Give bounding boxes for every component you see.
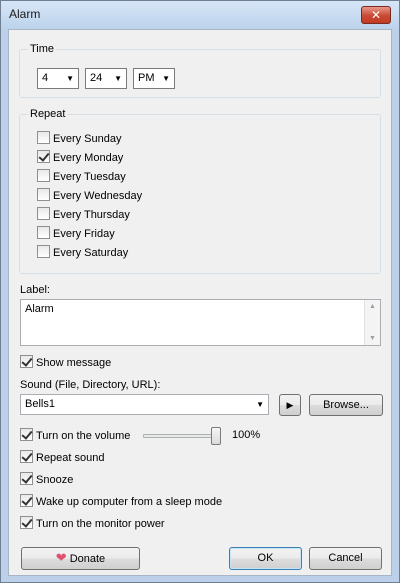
checkbox-box[interactable] [37, 226, 50, 239]
repeat-day-checkbox[interactable]: Every Monday [37, 150, 123, 166]
time-group-title: Time [28, 43, 57, 55]
checkbox-box[interactable] [37, 188, 50, 201]
volume-slider-thumb[interactable] [211, 427, 221, 445]
show-message-checkbox[interactable]: Show message [20, 355, 111, 371]
repeat-day-label: Every Wednesday [53, 190, 143, 202]
sound-combobox[interactable]: Bells1 ▼ [20, 394, 269, 415]
donate-label: Donate [69, 553, 106, 565]
minute-value: 24 [90, 72, 103, 84]
wake-computer-checkbox[interactable]: Wake up computer from a sleep mode [20, 494, 222, 510]
checkbox-box[interactable] [20, 355, 33, 368]
checkbox-box[interactable] [20, 450, 33, 463]
cancel-label: Cancel [328, 552, 363, 564]
close-icon: ✕ [370, 8, 382, 22]
ok-label: OK [257, 552, 274, 564]
checkbox-box[interactable] [37, 245, 50, 258]
play-button[interactable]: ▶ [279, 394, 301, 416]
repeat-day-label: Every Tuesday [53, 171, 126, 183]
repeat-day-checkbox[interactable]: Every Tuesday [37, 169, 126, 185]
close-button[interactable]: ✕ [361, 6, 391, 24]
minute-select[interactable]: 24 ▼ [85, 68, 127, 89]
checkbox-box[interactable] [37, 169, 50, 182]
ampm-value: PM [138, 72, 155, 84]
browse-label: Browse... [323, 399, 369, 411]
volume-checkbox[interactable]: Turn on the volume [20, 428, 130, 444]
repeat-group: Repeat Every Sunday Every Monday Every T… [19, 108, 381, 274]
label-caption: Label: [20, 284, 50, 296]
volume-label: Turn on the volume [36, 430, 131, 442]
repeat-day-label: Every Sunday [53, 133, 122, 145]
label-textarea[interactable]: Alarm ▲ ▼ [20, 299, 381, 346]
repeat-day-checkbox[interactable]: Every Thursday [37, 207, 130, 223]
wake-computer-label: Wake up computer from a sleep mode [36, 496, 223, 508]
heart-icon: ❤ [55, 550, 67, 565]
checkbox-box[interactable] [37, 207, 50, 220]
monitor-power-label: Turn on the monitor power [36, 518, 165, 530]
snooze-checkbox[interactable]: Snooze [20, 472, 73, 488]
chevron-down-icon: ▼ [256, 400, 264, 409]
repeat-day-label: Every Friday [53, 228, 115, 240]
time-group: Time 4 ▼ 24 ▼ PM ▼ [19, 43, 381, 98]
hour-value: 4 [42, 72, 49, 84]
repeat-day-checkbox[interactable]: Every Friday [37, 226, 115, 242]
repeat-day-label: Every Saturday [53, 247, 129, 259]
repeat-group-title: Repeat [28, 108, 68, 120]
checkbox-box[interactable] [20, 472, 33, 485]
checkbox-box[interactable] [20, 494, 33, 507]
repeat-sound-label: Repeat sound [36, 452, 105, 464]
title-bar[interactable]: Alarm ✕ [1, 1, 399, 29]
repeat-day-label: Every Thursday [53, 209, 130, 221]
checkbox-box[interactable] [37, 150, 50, 163]
hour-select[interactable]: 4 ▼ [37, 68, 79, 89]
checkbox-box[interactable] [20, 516, 33, 529]
label-scrollbar[interactable]: ▲ ▼ [364, 300, 380, 345]
sound-value: Bells1 [25, 398, 55, 410]
monitor-power-checkbox[interactable]: Turn on the monitor power [20, 516, 165, 532]
ampm-select[interactable]: PM ▼ [133, 68, 175, 89]
repeat-day-checkbox[interactable]: Every Sunday [37, 131, 121, 147]
chevron-down-icon: ▼ [66, 74, 74, 83]
donate-button[interactable]: ❤ Donate [21, 547, 140, 570]
volume-value: 100% [232, 429, 261, 441]
label-text: Alarm [25, 303, 54, 315]
scroll-down-icon[interactable]: ▼ [369, 335, 376, 342]
sound-caption: Sound (File, Directory, URL): [20, 379, 161, 391]
repeat-sound-checkbox[interactable]: Repeat sound [20, 450, 105, 466]
window-title: Alarm [9, 7, 41, 21]
checkbox-box[interactable] [20, 428, 33, 441]
alarm-dialog: Alarm ✕ Time 4 ▼ 24 ▼ PM ▼ Repeat Every … [0, 0, 400, 583]
repeat-day-label: Every Monday [53, 152, 124, 164]
checkbox-box[interactable] [37, 131, 50, 144]
snooze-label: Snooze [36, 474, 74, 486]
repeat-day-checkbox[interactable]: Every Wednesday [37, 188, 142, 204]
cancel-button[interactable]: Cancel [309, 547, 382, 570]
volume-slider-track[interactable] [143, 434, 221, 438]
play-icon: ▶ [286, 400, 294, 410]
scroll-up-icon[interactable]: ▲ [369, 303, 376, 310]
dialog-body: Time 4 ▼ 24 ▼ PM ▼ Repeat Every Sunday E… [8, 29, 392, 576]
chevron-down-icon: ▼ [162, 74, 170, 83]
repeat-day-checkbox[interactable]: Every Saturday [37, 245, 128, 261]
show-message-label: Show message [36, 357, 112, 369]
browse-button[interactable]: Browse... [309, 394, 383, 416]
ok-button[interactable]: OK [229, 547, 302, 570]
chevron-down-icon: ▼ [114, 74, 122, 83]
